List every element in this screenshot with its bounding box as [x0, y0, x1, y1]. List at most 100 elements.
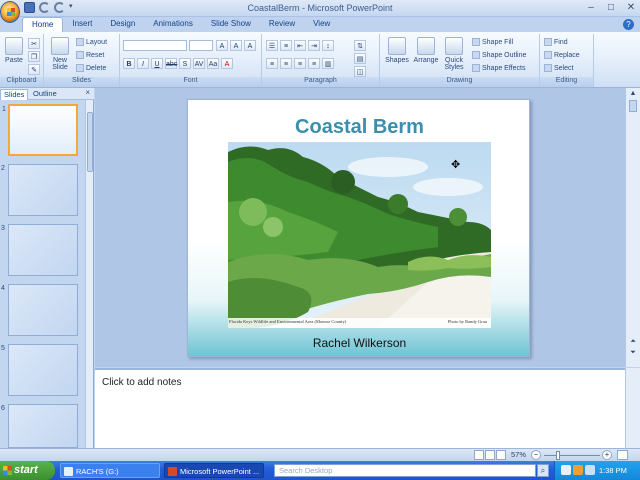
slide-title[interactable]: Coastal Berm [188, 116, 531, 139]
slide-show-icon[interactable] [496, 450, 506, 460]
select-button[interactable]: Select [544, 64, 573, 72]
minimize-button[interactable]: – [586, 2, 596, 14]
slide-canvas[interactable]: Coastal Berm Florida Keys Wildlife and E… [187, 99, 530, 357]
volume-icon[interactable] [585, 465, 595, 475]
help-icon[interactable]: ? [623, 19, 634, 30]
tab-view[interactable]: View [304, 17, 339, 32]
align-text-icon[interactable]: ▤ [354, 53, 366, 64]
notes-scrollbar[interactable] [625, 368, 640, 448]
slide-thumbnail[interactable]: 6 [1, 404, 78, 448]
desktop-search-input[interactable]: Search Desktop [274, 464, 536, 477]
align-center-icon[interactable]: ≡ [280, 58, 292, 69]
paste-button[interactable]: Paste [0, 37, 28, 64]
find-button[interactable]: Find [544, 38, 568, 46]
text-direction-icon[interactable]: ⇅ [354, 40, 366, 51]
tab-review[interactable]: Review [260, 17, 304, 32]
replace-button[interactable]: Replace [544, 51, 580, 59]
slide-subtitle[interactable]: Rachel Wilkerson [188, 336, 531, 350]
slide-thumbnail[interactable]: 2 [1, 164, 78, 216]
shape-fill-icon [472, 38, 480, 46]
slides-pane-scrollbar[interactable] [85, 100, 93, 450]
zoom-level[interactable]: 57% [511, 450, 526, 459]
slide-scroll-thumb[interactable] [629, 100, 637, 112]
close-button[interactable]: ✕ [626, 2, 636, 14]
slide-thumbnail[interactable]: 3 [1, 224, 78, 276]
tab-home[interactable]: Home [22, 17, 64, 32]
taskbar-item-label: RACH'S (G:) [76, 467, 119, 476]
quick-styles-button[interactable]: Quick Styles [440, 37, 468, 71]
change-case-button[interactable]: Aa [207, 58, 219, 69]
notes-placeholder[interactable]: Click to add notes [102, 377, 182, 388]
format-painter-icon[interactable]: ✎ [28, 64, 40, 75]
shadow-button[interactable]: S [179, 58, 191, 69]
shape-effects-button[interactable]: Shape Effects [472, 64, 525, 72]
font-size-select[interactable] [189, 40, 213, 51]
previous-slide-icon[interactable]: ⏶ [628, 338, 638, 346]
strikethrough-button[interactable]: abc [165, 58, 177, 69]
numbering-icon[interactable]: ≡ [280, 40, 292, 51]
scroll-up-icon[interactable]: ▲ [628, 90, 638, 97]
shapes-button[interactable]: Shapes [383, 37, 411, 64]
underline-button[interactable]: U [151, 58, 163, 69]
cut-icon[interactable]: ✂ [28, 38, 40, 49]
slide-sorter-icon[interactable] [485, 450, 495, 460]
tab-design[interactable]: Design [101, 17, 144, 32]
copy-icon[interactable]: ❐ [28, 51, 40, 62]
delete-icon [76, 64, 84, 72]
shape-outline-label: Shape Outline [482, 51, 527, 59]
tab-insert[interactable]: Insert [63, 17, 101, 32]
line-spacing-icon[interactable]: ↕ [322, 40, 334, 51]
increase-indent-icon[interactable]: ⇥ [308, 40, 320, 51]
taskbar-item-drive[interactable]: RACH'S (G:) [60, 463, 160, 478]
slide-thumbnail[interactable]: 5 [1, 344, 78, 396]
office-button[interactable] [0, 1, 20, 23]
slide-thumbnail[interactable]: 1 [2, 104, 78, 156]
shrink-font-icon[interactable]: A [230, 40, 242, 51]
grow-font-icon[interactable]: A [216, 40, 228, 51]
zoom-slider[interactable] [544, 455, 600, 456]
delete-button[interactable]: Delete [76, 64, 106, 72]
zoom-out-button[interactable]: − [531, 450, 541, 460]
clear-formatting-icon[interactable]: A [244, 40, 256, 51]
shape-fill-button[interactable]: Shape Fill [472, 38, 513, 46]
columns-icon[interactable]: ▥ [322, 58, 334, 69]
layout-label: Layout [86, 38, 108, 46]
security-icon[interactable] [573, 465, 583, 475]
justify-icon[interactable]: ≡ [308, 58, 320, 69]
notes-pane[interactable]: Click to add notes [95, 368, 625, 448]
italic-button[interactable]: I [137, 58, 149, 69]
new-slide-button[interactable]: New Slide [46, 37, 74, 71]
network-icon[interactable] [561, 465, 571, 475]
layout-button[interactable]: Layout [76, 38, 107, 46]
slide-thumbnail[interactable]: 4 [1, 284, 78, 336]
zoom-slider-handle[interactable] [556, 451, 560, 460]
bullets-icon[interactable]: ☰ [266, 40, 278, 51]
tab-slides[interactable]: Slides [0, 89, 29, 100]
delete-label: Delete [86, 64, 107, 72]
taskbar-item-powerpoint[interactable]: Microsoft PowerPoint ... [164, 463, 264, 478]
search-icon[interactable]: ⌕ [537, 464, 549, 477]
font-color-button[interactable]: A [221, 58, 233, 69]
shape-outline-button[interactable]: Shape Outline [472, 51, 526, 59]
bold-button[interactable]: B [123, 58, 135, 69]
next-slide-icon[interactable]: ⏷ [628, 349, 638, 357]
tab-slide-show[interactable]: Slide Show [202, 17, 260, 32]
align-right-icon[interactable]: ≡ [294, 58, 306, 69]
tab-outline[interactable]: Outline [30, 89, 60, 100]
character-spacing-button[interactable]: AV [193, 58, 205, 69]
reset-button[interactable]: Reset [76, 51, 104, 59]
arrange-button[interactable]: Arrange [412, 37, 440, 64]
tab-animations[interactable]: Animations [144, 17, 202, 32]
fit-to-window-icon[interactable] [617, 450, 628, 460]
decrease-indent-icon[interactable]: ⇤ [294, 40, 306, 51]
maximize-button[interactable]: □ [606, 2, 616, 14]
zoom-in-button[interactable]: + [602, 450, 612, 460]
start-button[interactable]: start [0, 461, 55, 480]
align-left-icon[interactable]: ≡ [266, 58, 278, 69]
slide-scrollbar[interactable]: ▲ ⏶ ⏷ [625, 88, 640, 367]
smartart-icon[interactable]: ◫ [354, 66, 366, 77]
slides-pane-scroll-thumb[interactable] [87, 112, 93, 172]
close-pane-icon[interactable]: × [85, 88, 90, 97]
normal-view-icon[interactable] [474, 450, 484, 460]
font-name-select[interactable] [123, 40, 187, 51]
